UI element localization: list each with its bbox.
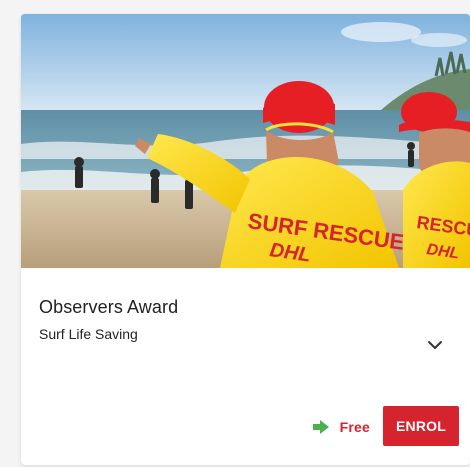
price-label: Free xyxy=(339,419,370,435)
page: SURF RESCUE DHL RESCUE DHL Observers Awa… xyxy=(0,0,470,467)
arrow-right-icon xyxy=(312,420,329,434)
hero-illustration: SURF RESCUE DHL RESCUE DHL xyxy=(21,14,470,268)
cloud xyxy=(341,22,421,42)
expand-toggle[interactable] xyxy=(426,338,444,350)
enrol-button[interactable]: ENROL xyxy=(383,406,459,446)
course-provider: Surf Life Saving xyxy=(39,326,138,342)
price-info: Free xyxy=(312,419,370,435)
cloud xyxy=(411,33,467,47)
course-card[interactable]: SURF RESCUE DHL RESCUE DHL Observers Awa… xyxy=(21,14,470,465)
course-title: Observers Award xyxy=(39,297,179,317)
chevron-down-icon xyxy=(428,341,442,349)
hero-image: SURF RESCUE DHL RESCUE DHL xyxy=(21,14,470,268)
